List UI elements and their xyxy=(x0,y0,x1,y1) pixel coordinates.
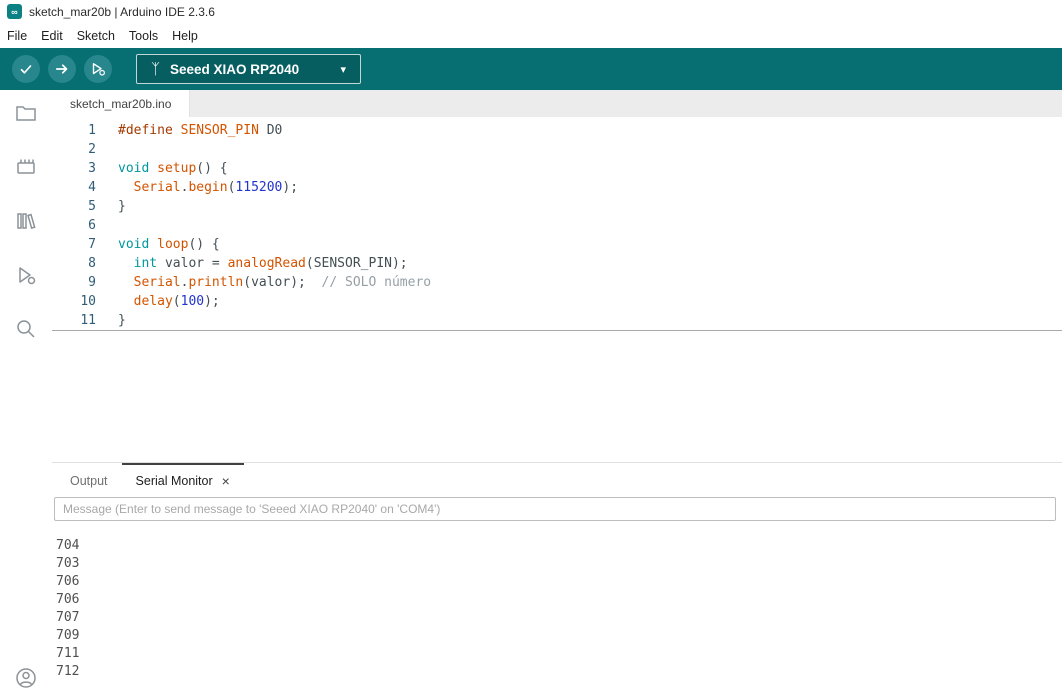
sketchbook-folder-icon[interactable] xyxy=(13,100,39,126)
code-line[interactable]: 7 void loop() { xyxy=(52,235,1062,254)
menu-tools[interactable]: Tools xyxy=(129,29,167,43)
code-line[interactable]: 9 Serial.println(valor); // SOLO número xyxy=(52,273,1062,292)
right-arrow-icon xyxy=(53,60,71,78)
line-number: 9 xyxy=(88,275,96,290)
usb-icon: ᛉ xyxy=(151,60,161,78)
menu-edit[interactable]: Edit xyxy=(41,29,72,43)
serial-message-input[interactable] xyxy=(54,497,1056,521)
code-line[interactable]: 2 xyxy=(52,140,1062,159)
serial-input-wrap xyxy=(52,496,1062,521)
code-area: 1 #define SENSOR_PIN D0 2 3 void setup() { 4 … xyxy=(52,121,1062,331)
code-line[interactable]: 5} xyxy=(52,197,1062,216)
line-number: 4 xyxy=(88,180,96,195)
code-line[interactable]: 4 Serial.begin(115200); xyxy=(52,178,1062,197)
serial-line: 706 xyxy=(56,592,80,607)
arduino-logo-icon: ∞ xyxy=(7,4,22,19)
code-text: int valor = analogRead(SENSOR_PIN); xyxy=(133,256,408,271)
debug-sidebar-icon[interactable] xyxy=(13,262,39,288)
code-line[interactable]: 11} xyxy=(52,311,1062,331)
line-number: 11 xyxy=(80,313,96,328)
check-icon xyxy=(17,60,35,78)
arduino-ide-window: ∞ sketch_mar20b | Arduino IDE 2.3.6 File… xyxy=(0,0,1062,697)
serial-line: 712 xyxy=(56,664,80,679)
board-selector-label: Seeed XIAO RP2040 xyxy=(170,61,300,77)
library-manager-icon[interactable] xyxy=(13,208,39,234)
bottom-panel-tabs: Output Serial Monitor × xyxy=(52,463,1062,496)
search-icon[interactable] xyxy=(13,316,39,342)
menu-help[interactable]: Help xyxy=(172,29,207,43)
code-text: } xyxy=(118,313,126,328)
chevron-down-icon: ▾ xyxy=(340,63,346,76)
line-number: 6 xyxy=(88,218,96,233)
code-text: void setup() { xyxy=(118,161,228,176)
tab-output[interactable]: Output xyxy=(56,463,122,496)
tab-serial-monitor[interactable]: Serial Monitor × xyxy=(121,463,244,496)
code-line[interactable]: 3 void setup() { xyxy=(52,159,1062,178)
code-line[interactable]: 10 delay(100); xyxy=(52,292,1062,311)
verify-button[interactable] xyxy=(12,55,40,83)
toolbar: ᛉ Seeed XIAO RP2040 ▾ xyxy=(0,48,1062,90)
code-text: #define SENSOR_PIN D0 xyxy=(118,123,283,138)
close-icon[interactable]: × xyxy=(222,474,230,488)
tab-sketch-file[interactable]: sketch_mar20b.ino xyxy=(52,90,191,117)
code-text: Serial.begin(115200); xyxy=(133,180,299,195)
menu-file[interactable]: File xyxy=(7,29,36,43)
bottom-panel: Output Serial Monitor × 7047037067067077… xyxy=(52,462,1062,697)
serial-line: 709 xyxy=(56,628,80,643)
line-number: 2 xyxy=(88,142,96,157)
editor-content-column: sketch_mar20b.ino 1 #define SENSOR_PIN D0… xyxy=(52,90,1062,697)
serial-line: 704 xyxy=(56,538,80,553)
code-line[interactable]: 1 #define SENSOR_PIN D0 xyxy=(52,121,1062,140)
menubar: File Edit Sketch Tools Help xyxy=(0,23,1062,48)
code-text: Serial.println(valor); // SOLO número xyxy=(133,275,432,290)
code-editor[interactable]: 1 #define SENSOR_PIN D0 2 3 void setup() { 4 … xyxy=(52,117,1062,462)
line-number: 10 xyxy=(80,294,96,309)
line-number: 7 xyxy=(88,237,96,252)
debug-button[interactable] xyxy=(84,55,112,83)
serial-line: 711 xyxy=(56,646,80,661)
editor-tabbar: sketch_mar20b.ino xyxy=(52,90,1062,117)
upload-button[interactable] xyxy=(48,55,76,83)
tab-serial-monitor-label: Serial Monitor xyxy=(135,473,213,488)
boards-manager-icon[interactable] xyxy=(13,154,39,180)
line-number: 5 xyxy=(88,199,96,214)
board-selector-dropdown[interactable]: ᛉ Seeed XIAO RP2040 ▾ xyxy=(136,54,361,84)
line-number: 8 xyxy=(88,256,96,271)
tab-sketch-file-label: sketch_mar20b.ino xyxy=(70,96,172,111)
serial-line: 706 xyxy=(56,574,80,589)
code-line[interactable]: 6 xyxy=(52,216,1062,235)
serial-output[interactable]: 704 703 706 706 707 709 711 712 xyxy=(52,521,1062,697)
serial-line: 707 xyxy=(56,610,80,625)
titlebar: ∞ sketch_mar20b | Arduino IDE 2.3.6 xyxy=(0,0,1062,23)
line-number: 3 xyxy=(88,161,96,176)
code-text: } xyxy=(118,199,126,214)
activity-sidebar xyxy=(0,90,52,697)
serial-line: 703 xyxy=(56,556,80,571)
code-line[interactable]: 8 int valor = analogRead(SENSOR_PIN); xyxy=(52,254,1062,273)
main-area: sketch_mar20b.ino 1 #define SENSOR_PIN D0… xyxy=(0,90,1062,697)
debug-icon xyxy=(89,60,107,78)
code-text: void loop() { xyxy=(118,237,220,252)
code-text: delay(100); xyxy=(133,294,220,309)
window-title: sketch_mar20b | Arduino IDE 2.3.6 xyxy=(29,4,215,19)
line-number: 1 xyxy=(88,123,96,138)
account-icon[interactable] xyxy=(13,665,39,691)
tab-output-label: Output xyxy=(70,473,108,488)
menu-sketch[interactable]: Sketch xyxy=(77,29,124,43)
